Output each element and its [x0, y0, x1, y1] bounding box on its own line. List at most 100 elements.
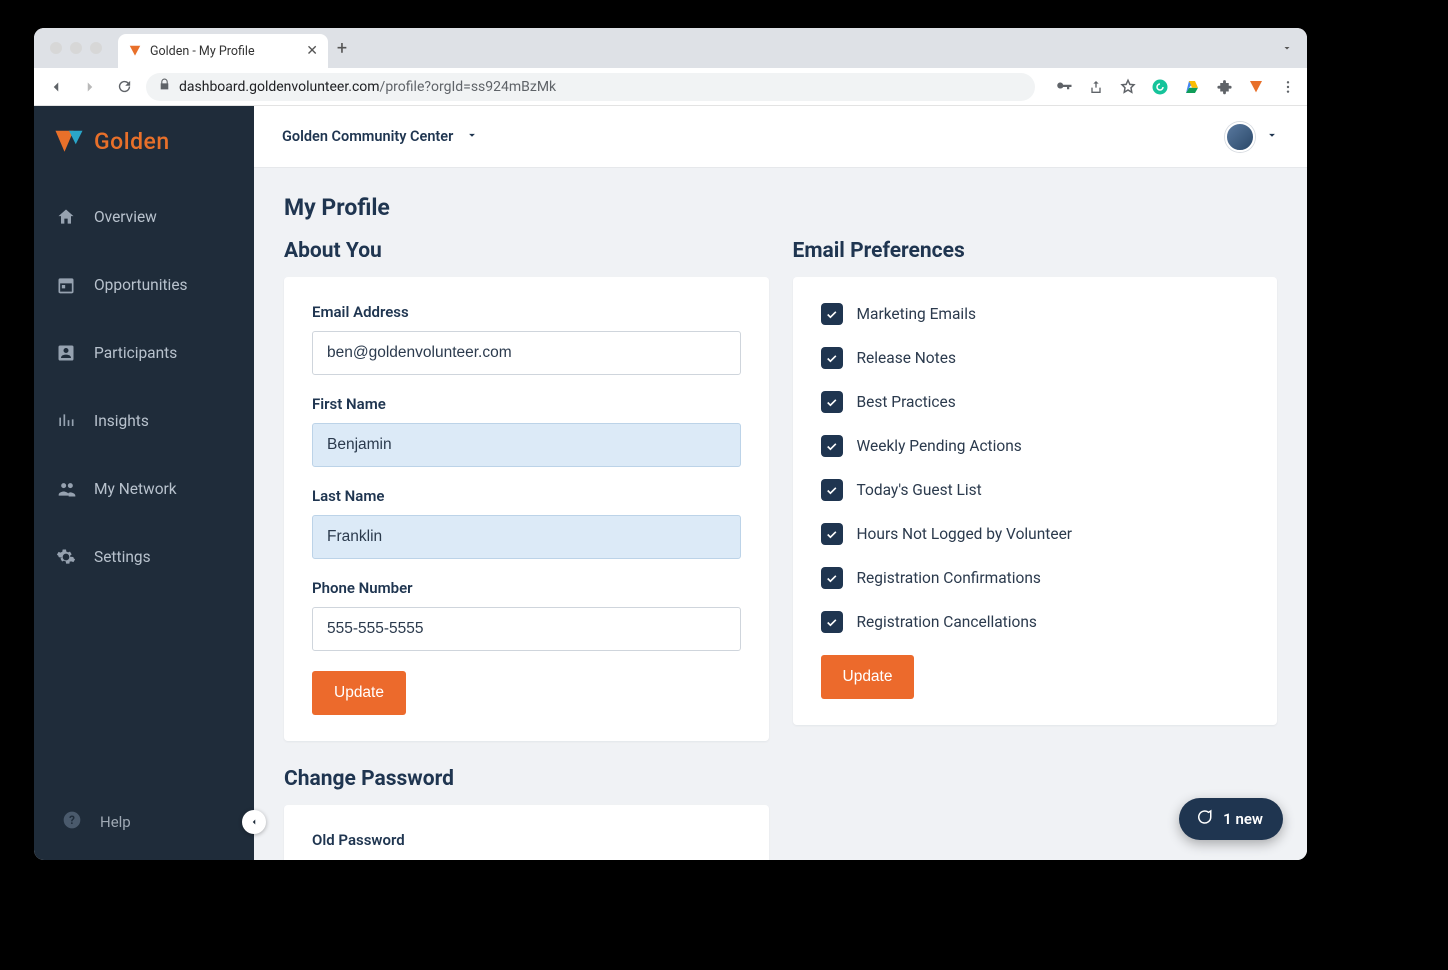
- about-card: Email Address First Name Last Name: [284, 277, 769, 741]
- first-name-field[interactable]: [312, 423, 741, 467]
- key-icon[interactable]: [1055, 78, 1073, 96]
- org-selector[interactable]: Golden Community Center: [282, 128, 479, 146]
- left-column: About You Email Address First Name: [284, 239, 769, 860]
- reload-button[interactable]: [112, 75, 136, 99]
- logo[interactable]: Golden: [34, 106, 254, 165]
- window-close[interactable]: [50, 42, 62, 54]
- share-icon[interactable]: [1087, 78, 1105, 96]
- star-icon[interactable]: [1119, 78, 1137, 96]
- avatar: [1225, 122, 1255, 152]
- last-name-field[interactable]: [312, 515, 741, 559]
- sidebar-item-label: Overview: [94, 208, 157, 226]
- user-menu[interactable]: [1225, 122, 1279, 152]
- help-icon: ?: [62, 810, 82, 834]
- email-pref-label: Release Notes: [857, 349, 956, 367]
- chat-widget[interactable]: 1 new: [1179, 798, 1283, 840]
- new-tab-button[interactable]: +: [328, 38, 356, 59]
- old-password-label: Old Password: [312, 831, 741, 849]
- browser-window: Golden - My Profile ✕ + dashboard.golden…: [34, 28, 1307, 860]
- change-password-card: Old Password: [284, 805, 769, 860]
- window-controls[interactable]: [44, 42, 110, 54]
- chat-icon: [1195, 808, 1213, 830]
- sidebar-collapse-button[interactable]: [242, 810, 266, 834]
- checkbox-icon[interactable]: [821, 611, 843, 633]
- email-label: Email Address: [312, 303, 741, 321]
- tab-strip: Golden - My Profile ✕ +: [34, 28, 1307, 68]
- email-pref-row[interactable]: Marketing Emails: [821, 303, 1250, 325]
- email-pref-label: Best Practices: [857, 393, 956, 411]
- browser-tab[interactable]: Golden - My Profile ✕: [118, 34, 328, 68]
- calendar-icon: [56, 275, 76, 295]
- checkbox-icon[interactable]: [821, 391, 843, 413]
- sidebar-item-insights[interactable]: Insights: [34, 387, 254, 455]
- gear-icon: [56, 547, 76, 567]
- logo-text: Golden: [94, 128, 170, 155]
- golden-ext-icon[interactable]: [1247, 78, 1265, 96]
- email-pref-row[interactable]: Release Notes: [821, 347, 1250, 369]
- sidebar-item-label: Opportunities: [94, 276, 188, 294]
- email-pref-row[interactable]: Weekly Pending Actions: [821, 435, 1250, 457]
- sidebar-item-label: My Network: [94, 480, 177, 498]
- phone-field[interactable]: [312, 607, 741, 651]
- url-field[interactable]: dashboard.goldenvolunteer.com/profile?or…: [146, 73, 1035, 101]
- lock-icon: [158, 78, 171, 95]
- sidebar-item-my-network[interactable]: My Network: [34, 455, 254, 523]
- svg-text:?: ?: [69, 813, 75, 827]
- first-name-label: First Name: [312, 395, 741, 413]
- drive-icon[interactable]: [1183, 78, 1201, 96]
- content: My Profile About You Email Address First…: [254, 168, 1307, 860]
- browser-menu-icon[interactable]: [1279, 78, 1297, 96]
- email-pref-row[interactable]: Registration Confirmations: [821, 567, 1250, 589]
- extension-icons: [1045, 78, 1297, 96]
- last-name-label: Last Name: [312, 487, 741, 505]
- email-pref-row[interactable]: Registration Cancellations: [821, 611, 1250, 633]
- main: Golden Community Center My Profile: [254, 106, 1307, 860]
- forward-button[interactable]: [78, 75, 102, 99]
- sidebar-help[interactable]: ? Help: [34, 790, 254, 860]
- email-prefs-update-button[interactable]: Update: [821, 655, 915, 699]
- email-field[interactable]: [312, 331, 741, 375]
- back-button[interactable]: [44, 75, 68, 99]
- window-minimize[interactable]: [70, 42, 82, 54]
- email-pref-label: Marketing Emails: [857, 305, 976, 323]
- checkbox-icon[interactable]: [821, 479, 843, 501]
- logo-mark-icon: [54, 129, 84, 155]
- about-update-button[interactable]: Update: [312, 671, 406, 715]
- sidebar-item-participants[interactable]: Participants: [34, 319, 254, 387]
- person-badge-icon: [56, 343, 76, 363]
- checkbox-icon[interactable]: [821, 347, 843, 369]
- window-zoom[interactable]: [90, 42, 102, 54]
- checkbox-icon[interactable]: [821, 523, 843, 545]
- email-pref-row[interactable]: Today's Guest List: [821, 479, 1250, 501]
- phone-label: Phone Number: [312, 579, 741, 597]
- page-title: My Profile: [284, 194, 1277, 221]
- insights-icon: [56, 411, 76, 431]
- checkbox-icon[interactable]: [821, 435, 843, 457]
- tab-close-icon[interactable]: ✕: [306, 44, 318, 58]
- sidebar-item-settings[interactable]: Settings: [34, 523, 254, 591]
- org-name: Golden Community Center: [282, 128, 453, 145]
- email-pref-row[interactable]: Hours Not Logged by Volunteer: [821, 523, 1250, 545]
- people-icon: [56, 479, 76, 499]
- tab-title: Golden - My Profile: [150, 44, 255, 59]
- chevron-down-icon: [465, 128, 479, 146]
- chevron-down-icon: [1265, 127, 1279, 146]
- email-pref-row[interactable]: Best Practices: [821, 391, 1250, 413]
- extensions-icon[interactable]: [1215, 78, 1233, 96]
- checkbox-icon[interactable]: [821, 567, 843, 589]
- sidebar-item-opportunities[interactable]: Opportunities: [34, 251, 254, 319]
- grammarly-icon[interactable]: [1151, 78, 1169, 96]
- email-pref-label: Today's Guest List: [857, 481, 982, 499]
- chat-label: 1 new: [1223, 810, 1263, 828]
- checkbox-icon[interactable]: [821, 303, 843, 325]
- email-prefs-section-title: Email Preferences: [793, 239, 1278, 263]
- sidebar-item-label: Insights: [94, 412, 149, 430]
- tab-favicon: [128, 44, 142, 58]
- sidebar-item-label: Participants: [94, 344, 177, 362]
- tabs-overflow-icon[interactable]: [1281, 39, 1307, 58]
- address-bar: dashboard.goldenvolunteer.com/profile?or…: [34, 68, 1307, 106]
- sidebar-item-overview[interactable]: Overview: [34, 183, 254, 251]
- sidebar: Golden Overview Opportunities: [34, 106, 254, 860]
- topbar: Golden Community Center: [254, 106, 1307, 168]
- email-prefs-card: Marketing Emails Release Notes Best Practi…: [793, 277, 1278, 725]
